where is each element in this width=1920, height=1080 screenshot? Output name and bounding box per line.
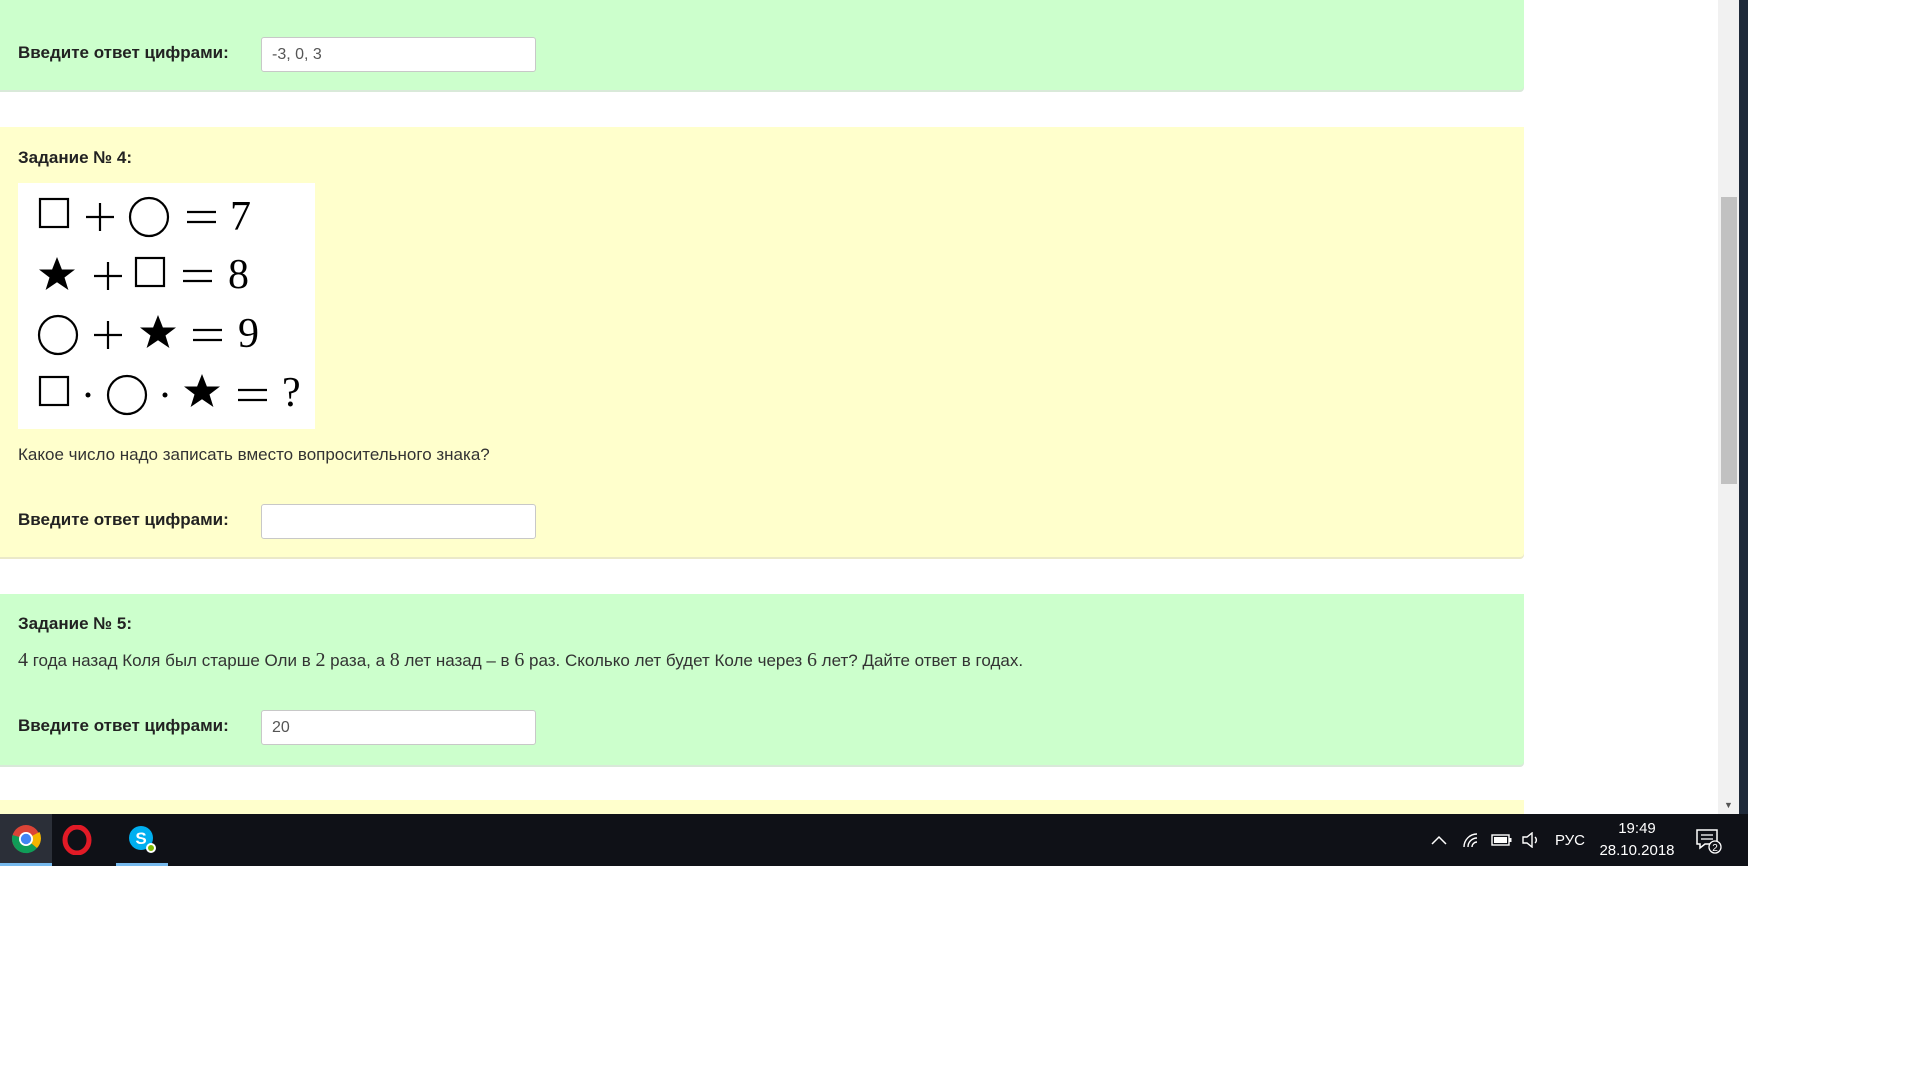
- taskbar: S РУС 19:49 28.10.2018 2: [0, 814, 1748, 866]
- window-edge: [1739, 0, 1748, 866]
- battery-icon[interactable]: [1490, 814, 1514, 866]
- dot-operator: [85, 392, 91, 398]
- scrollbar-thumb[interactable]: [1721, 197, 1737, 484]
- language-indicator[interactable]: РУС: [1548, 814, 1592, 866]
- scroll-down-arrow-icon[interactable]: ▼: [1721, 798, 1736, 812]
- clock-date: 28.10.2018: [1599, 842, 1675, 859]
- task-4-answer-input[interactable]: [261, 504, 536, 539]
- clock[interactable]: 19:49 28.10.2018: [1596, 814, 1678, 866]
- task-5-title: Задание № 5:: [18, 614, 133, 633]
- puzzle-value-1: 7: [230, 194, 251, 240]
- task-4-card: Задание № 4: 7 8 9 ? Какое число надо за…: [0, 127, 1524, 557]
- task-3-answer-label: Введите ответ цифрами:: [18, 43, 229, 62]
- taskbar-chrome-button[interactable]: [0, 814, 52, 866]
- task-4-answer-label: Введите ответ цифрами:: [18, 510, 229, 529]
- task-4-title: Задание № 4:: [18, 148, 133, 167]
- vertical-scrollbar[interactable]: ▼: [1718, 0, 1739, 814]
- notifications-count: 2: [1712, 843, 1718, 854]
- square-shape: [134, 256, 166, 288]
- puzzle-question-mark: ?: [282, 370, 301, 416]
- screen: Введите ответ цифрами: Задание № 4:: [0, 0, 1920, 1080]
- dot-operator: [162, 392, 168, 398]
- opera-icon: [62, 825, 92, 855]
- task-5-text: 4 года назад Коля был старше Оли в 2 раз…: [18, 649, 1024, 671]
- task-3-answer-input[interactable]: [261, 37, 536, 72]
- wifi-icon[interactable]: [1460, 814, 1484, 866]
- star-shape: [39, 257, 75, 290]
- taskbar-opera-button[interactable]: [51, 814, 103, 866]
- chrome-icon: [11, 824, 41, 853]
- task-5-answer-label: Введите ответ цифрами:: [18, 716, 229, 735]
- task-5-answer-input[interactable]: [261, 710, 536, 745]
- clock-time: 19:49: [1618, 820, 1656, 837]
- star-shape: [184, 374, 220, 407]
- circle-shape: [106, 374, 148, 416]
- star-shape: [140, 315, 176, 348]
- notification-center-icon: 2: [1696, 829, 1722, 854]
- puzzle-value-2: 8: [228, 252, 249, 298]
- task-5-card: Задание № 5: 4 года назад Коля был старш…: [0, 594, 1524, 765]
- square-shape: [38, 375, 70, 407]
- tray-show-hidden-icon[interactable]: [1428, 814, 1450, 866]
- task-4-puzzle-image: 7 8 9 ?: [18, 183, 315, 429]
- task-3-card: Введите ответ цифрами:: [0, 0, 1524, 90]
- taskbar-skype-button[interactable]: S: [116, 814, 168, 866]
- circle-shape: [128, 196, 170, 238]
- task-4-question: Какое число надо записать вместо вопроси…: [18, 445, 490, 464]
- square-shape: [38, 197, 70, 229]
- task-6-card: [0, 800, 1524, 814]
- puzzle-value-3: 9: [238, 311, 259, 357]
- circle-shape: [37, 314, 79, 356]
- svg-text:S: S: [135, 829, 146, 848]
- browser-viewport: Введите ответ цифрами: Задание № 4:: [0, 0, 1718, 814]
- skype-icon: S: [129, 825, 156, 853]
- notifications-button[interactable]: 2: [1690, 814, 1726, 866]
- volume-icon[interactable]: [1519, 814, 1543, 866]
